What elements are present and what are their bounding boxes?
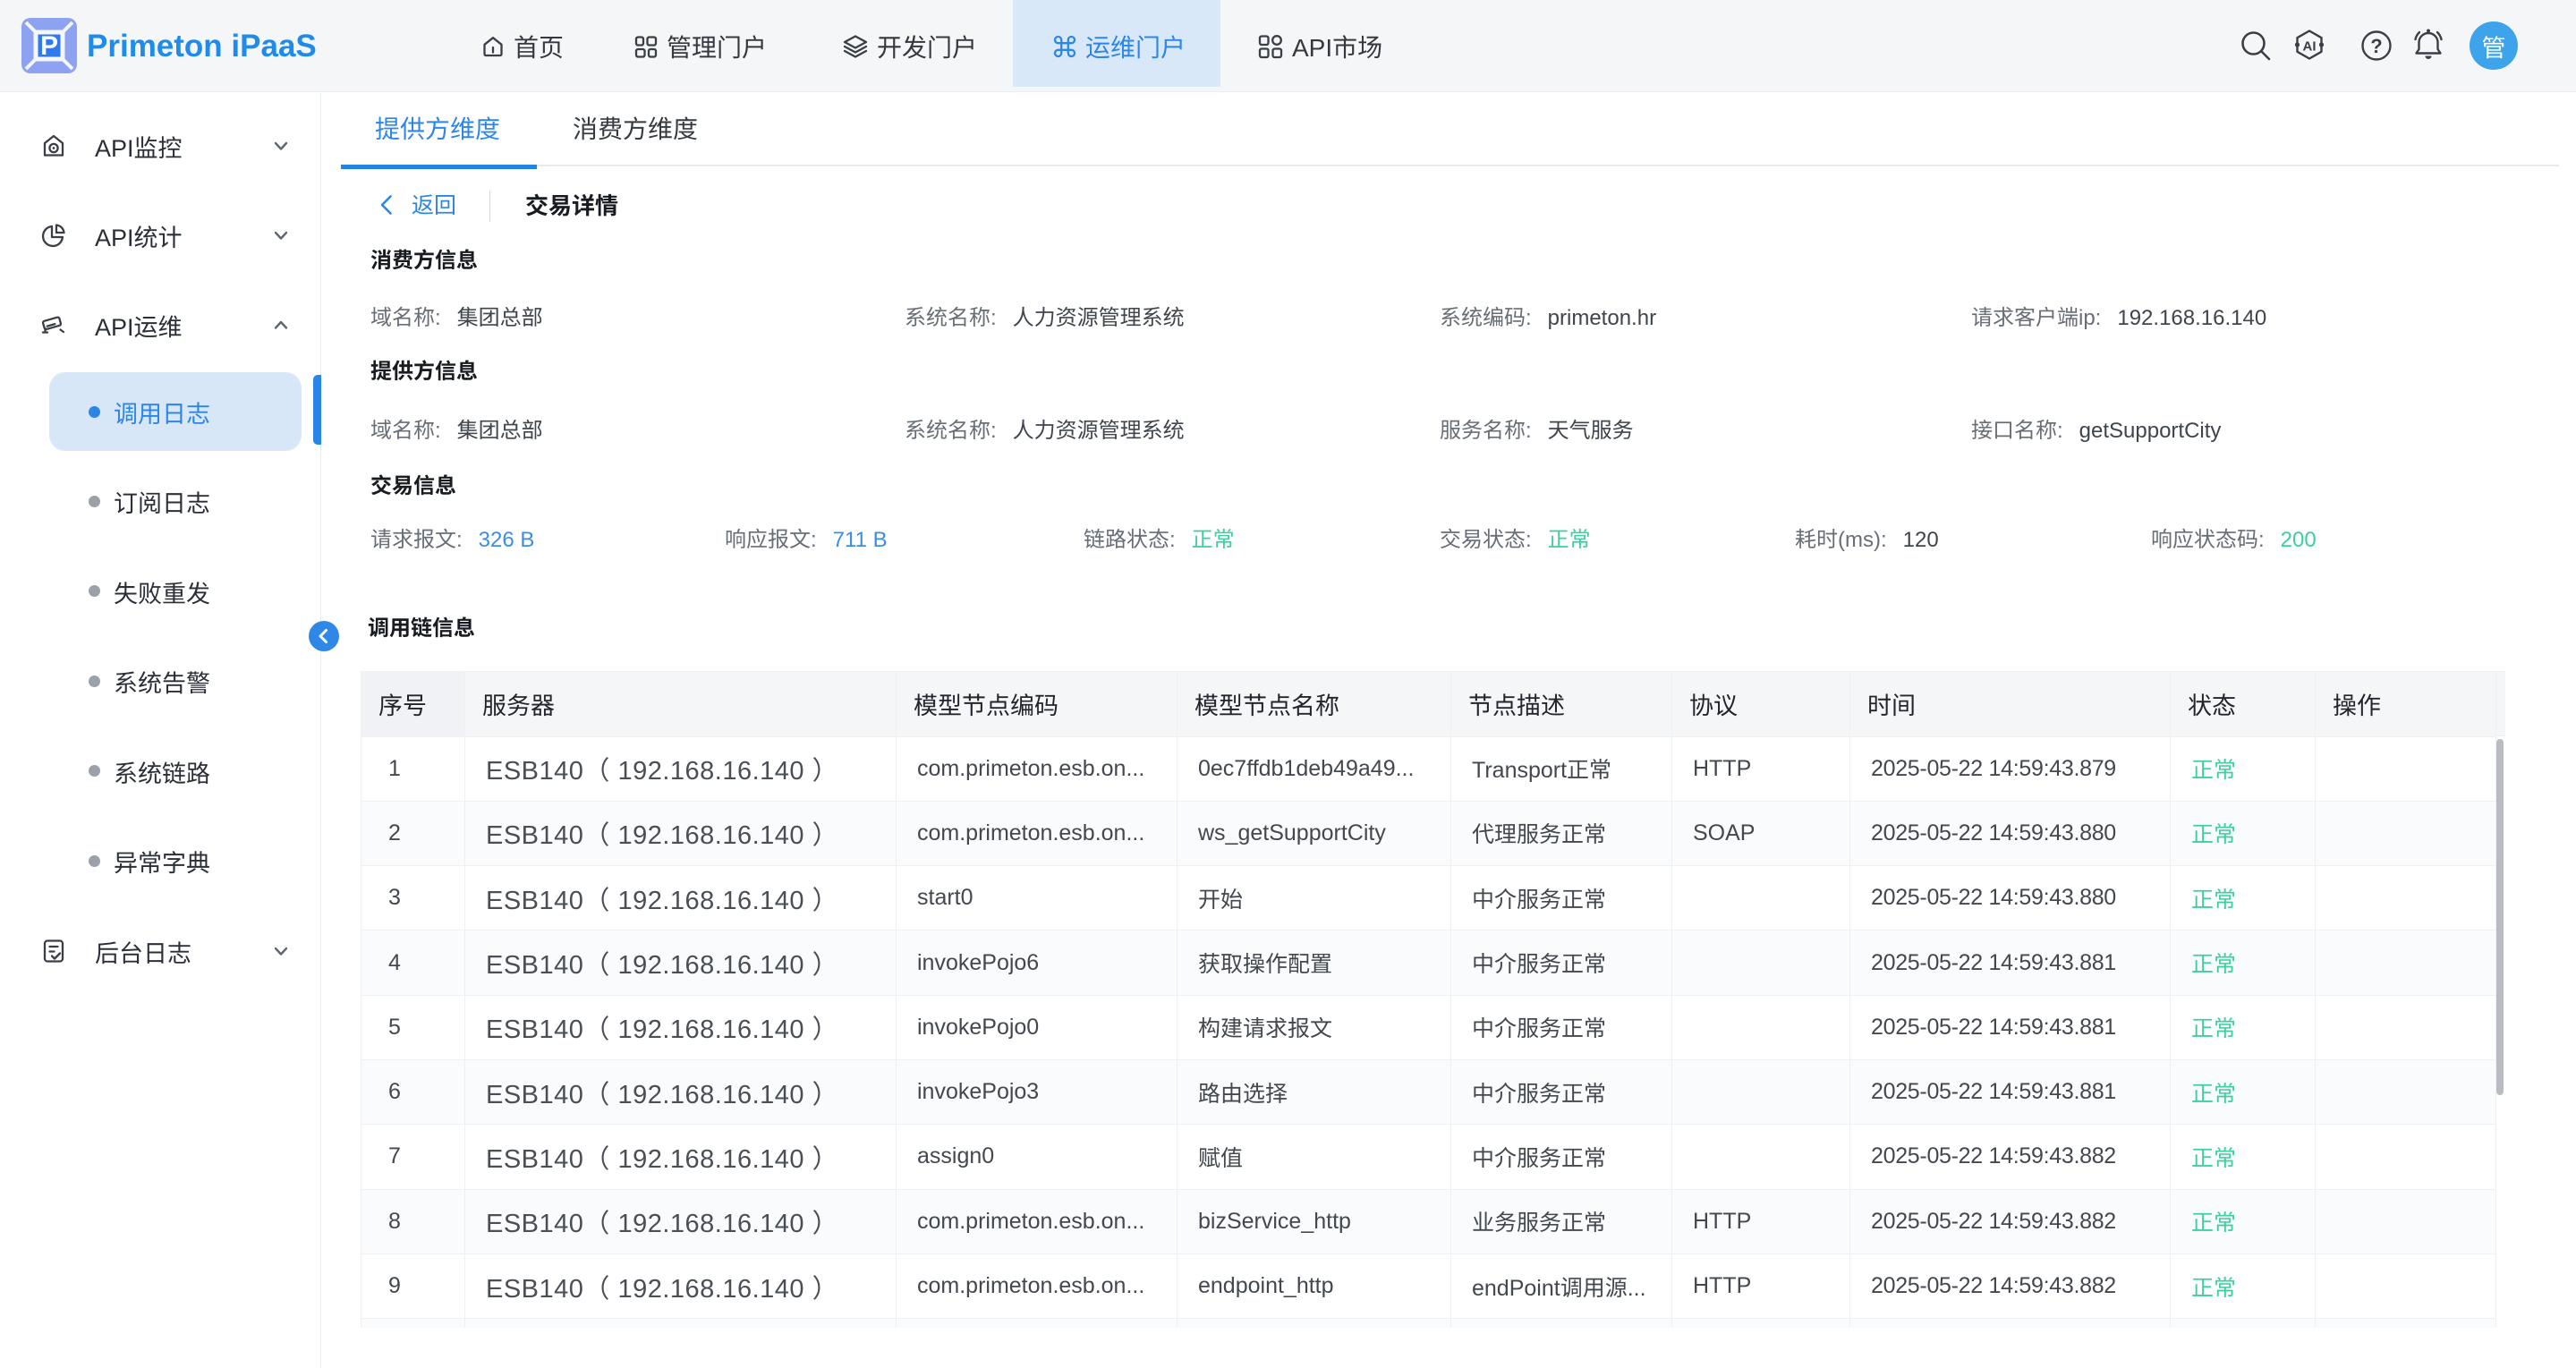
svg-text:?: ? xyxy=(2370,35,2382,57)
svg-text:P: P xyxy=(40,31,58,61)
svg-text:AI: AI xyxy=(2303,39,2317,55)
